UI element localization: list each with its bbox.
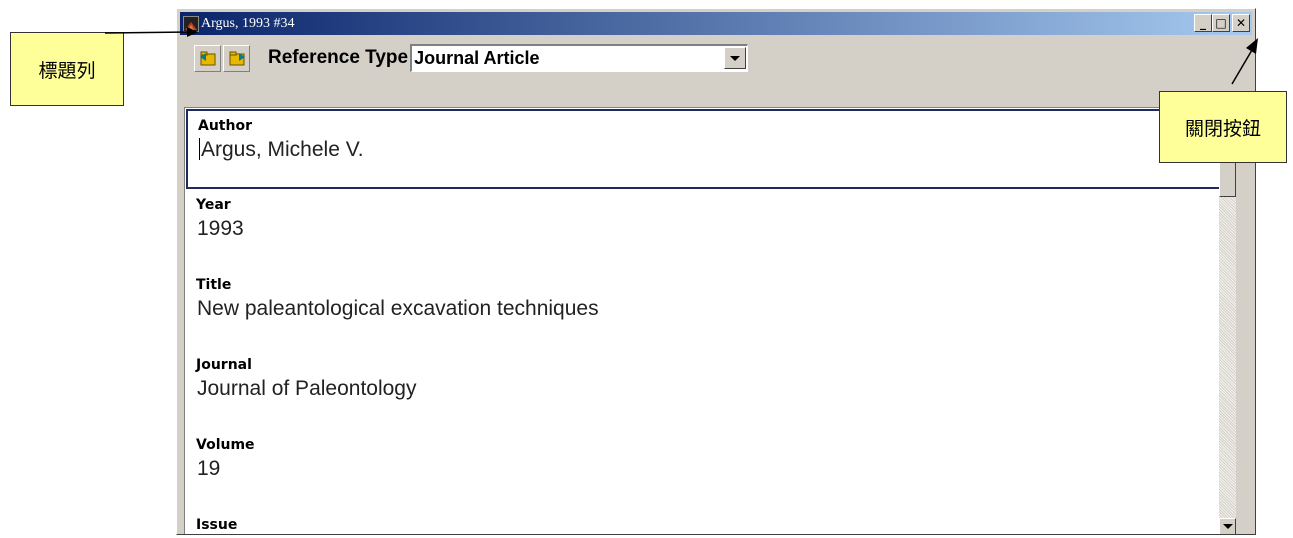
- title-bar[interactable]: Argus, 1993 #34 _ □ ✕: [180, 12, 1252, 35]
- dropdown-arrow-button[interactable]: [724, 47, 747, 69]
- close-button[interactable]: ✕: [1232, 14, 1250, 32]
- reference-type-select[interactable]: Journal Article: [410, 44, 749, 72]
- field-volume[interactable]: Volume 19: [185, 429, 1236, 483]
- close-icon: ✕: [1235, 16, 1247, 30]
- next-record-button[interactable]: [223, 44, 250, 72]
- field-label: Volume: [196, 437, 255, 453]
- field-year[interactable]: Year 1993: [185, 189, 1236, 243]
- window-title: Argus, 1993 #34: [201, 15, 295, 31]
- field-label: Title: [196, 277, 232, 293]
- field-label: Journal: [196, 357, 252, 373]
- field-value-input[interactable]: Argus, Michele V.: [199, 136, 1232, 164]
- minimize-icon: _: [1200, 16, 1206, 30]
- close-button-callout: 關閉按鈕: [1159, 91, 1287, 163]
- screenshot-stage: 標題列 Argus, 1993 #34 _ □ ✕ Reference Type…: [0, 0, 1293, 538]
- maximize-button[interactable]: □: [1212, 14, 1230, 32]
- scroll-down-button[interactable]: [1219, 518, 1236, 534]
- app-icon[interactable]: [183, 15, 199, 32]
- maximize-icon: □: [1215, 16, 1227, 30]
- window-controls: _ □ ✕: [1194, 14, 1250, 32]
- vertical-scrollbar[interactable]: [1219, 108, 1236, 534]
- field-value-text[interactable]: 19: [197, 455, 1236, 483]
- dropdown-arrow-icon: [730, 55, 741, 61]
- field-author[interactable]: Author Argus, Michele V.: [186, 109, 1234, 189]
- text-caret: [199, 138, 200, 160]
- title-bar-callout: 標題列: [10, 32, 124, 106]
- field-value-text[interactable]: New paleantological excavation technique…: [197, 295, 1236, 323]
- title-bar-callout-text: 標題列: [38, 59, 96, 82]
- field-issue[interactable]: Issue: [185, 509, 1236, 534]
- field-label: Issue: [196, 517, 238, 533]
- toolbar: Reference Type Journal Article: [180, 37, 1252, 79]
- field-value-text[interactable]: 1993: [197, 215, 1236, 243]
- field-journal[interactable]: Journal Journal of Paleontology: [185, 349, 1236, 403]
- scroll-down-icon: [1222, 524, 1233, 529]
- reference-type-value: Journal Article: [414, 48, 540, 68]
- field-label: Year: [196, 197, 231, 213]
- field-value-text[interactable]: Journal of Paleontology: [197, 375, 1236, 403]
- reference-type-label: Reference Type: [268, 47, 409, 68]
- fields-panel: Author Argus, Michele V. Year 1993 Title…: [184, 107, 1236, 534]
- reference-window: Argus, 1993 #34 _ □ ✕ Reference Type Jou…: [176, 8, 1256, 535]
- field-value-text: Argus, Michele V.: [201, 138, 364, 161]
- minimize-button[interactable]: _: [1194, 14, 1212, 32]
- field-label: Author: [198, 118, 252, 134]
- record-nav-icon: [229, 51, 245, 66]
- field-title[interactable]: Title New paleantological excavation tec…: [185, 269, 1236, 323]
- record-nav-icon: [199, 51, 215, 66]
- close-button-callout-text: 關閉按鈕: [1184, 117, 1261, 140]
- previous-record-button[interactable]: [194, 44, 221, 72]
